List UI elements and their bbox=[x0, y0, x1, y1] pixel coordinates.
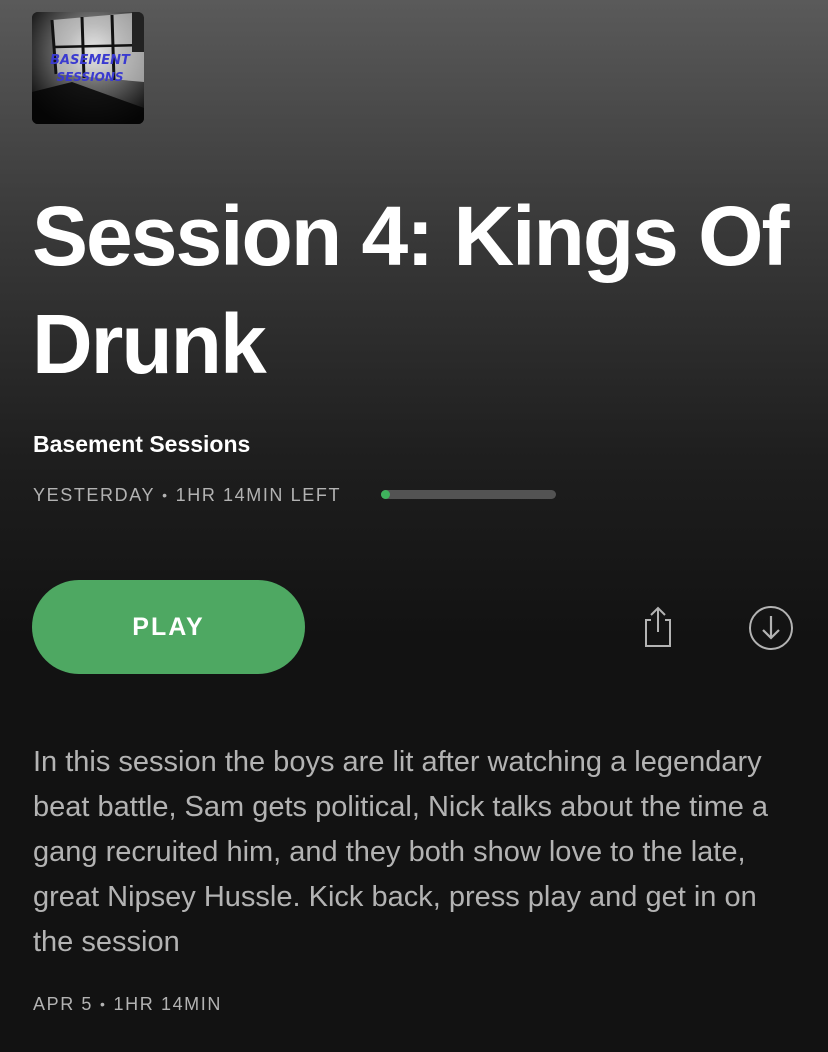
release-date: YESTERDAY bbox=[33, 484, 156, 505]
cover-logo-line1: BASEMENT bbox=[50, 53, 131, 68]
cover-logo-line2: SESSIONS bbox=[56, 70, 123, 84]
meta-separator: • bbox=[162, 487, 169, 503]
playback-progress-bar bbox=[381, 490, 556, 499]
share-button[interactable] bbox=[636, 602, 680, 650]
download-icon bbox=[749, 606, 793, 650]
episode-description: In this session the boys are lit after w… bbox=[33, 746, 769, 958]
share-icon bbox=[645, 606, 671, 647]
play-button[interactable]: PLAY bbox=[32, 580, 305, 674]
podcast-cover-art[interactable]: BASEMENT SESSIONS bbox=[32, 12, 144, 124]
episode-duration: 1HR 14MIN bbox=[113, 993, 222, 1014]
progress-fill bbox=[381, 490, 390, 499]
download-button[interactable] bbox=[746, 603, 796, 653]
cover-art-image: BASEMENT SESSIONS bbox=[32, 12, 144, 124]
show-name-link[interactable]: Basement Sessions bbox=[33, 430, 250, 458]
episode-title: Session 4: Kings Of Drunk bbox=[32, 189, 790, 391]
time-left: 1HR 14MIN LEFT bbox=[175, 484, 342, 505]
episode-date: APR 5 bbox=[33, 993, 94, 1014]
footer-separator: • bbox=[100, 996, 107, 1012]
episode-footer-meta: APR 5 • 1HR 14MIN bbox=[33, 991, 222, 1017]
episode-meta: YESTERDAY • 1HR 14MIN LEFT bbox=[33, 482, 341, 508]
